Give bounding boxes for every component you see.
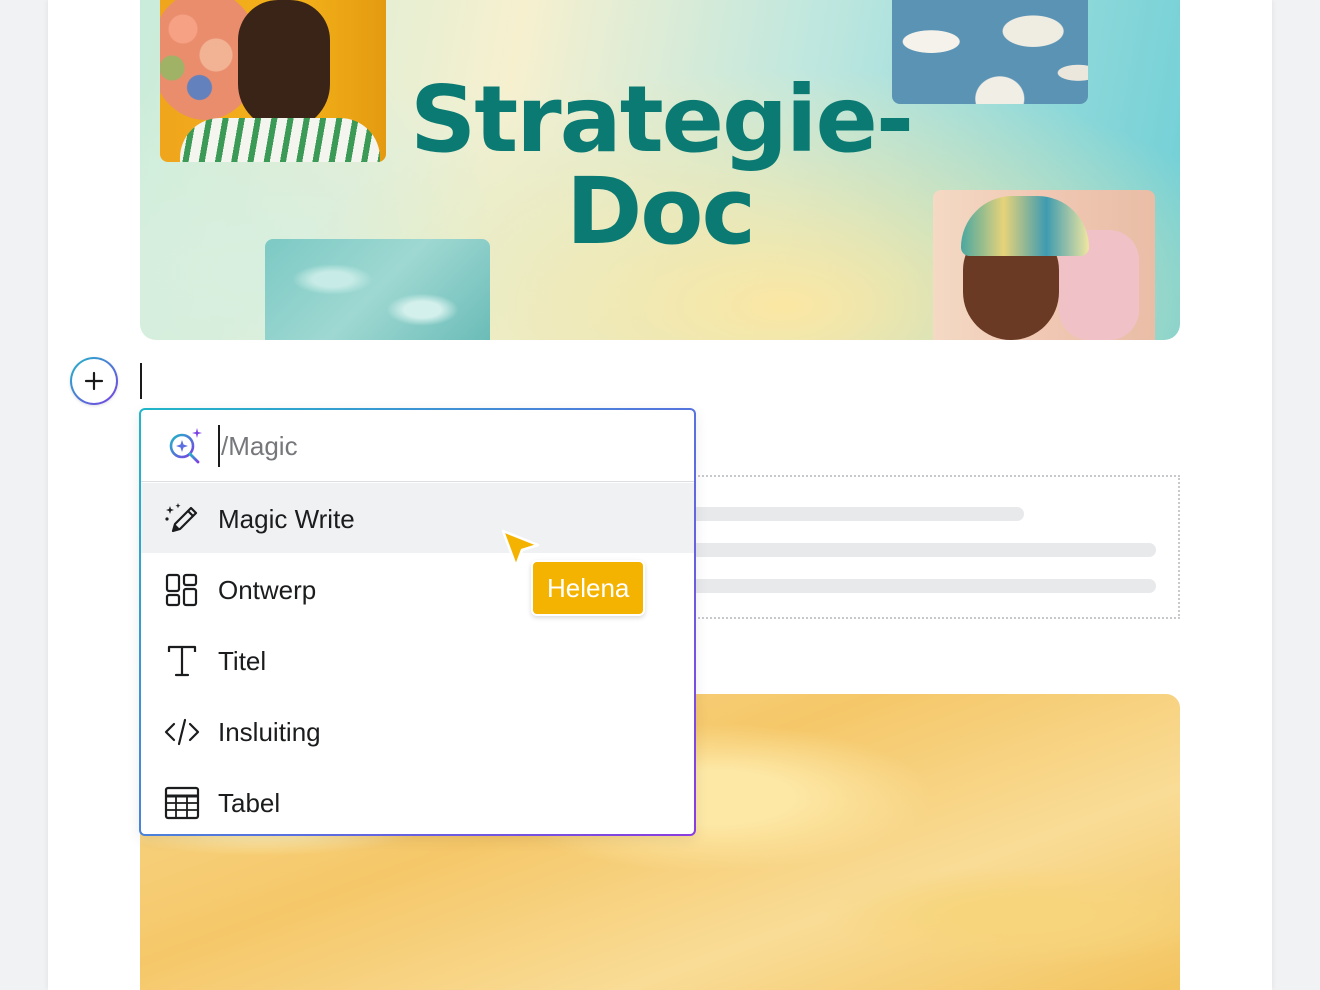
menu-item-label: Ontwerp [218,575,317,605]
layout-grid-icon [165,573,198,607]
placeholder-line [682,543,1156,557]
add-block-button[interactable] [70,357,118,405]
text-caret [140,363,142,399]
menu-item-embed[interactable]: Insluiting [141,696,694,766]
magic-pencil-icon [165,503,198,533]
magic-search-icon [169,428,202,464]
striped-shirt-shape [180,118,380,162]
hero-title-line-2: Doc [565,158,756,265]
menu-item-table[interactable]: Tabel [141,767,694,837]
plus-icon [84,371,104,391]
menu-item-title[interactable]: Titel [141,625,694,695]
table-icon [164,786,200,820]
menu-search-row [141,410,694,482]
hero-title[interactable]: Strategie- Doc [410,66,914,265]
menu-item-label: Magic Write [218,504,355,534]
collaborator-name-tag: Helena [531,560,646,616]
text-t-icon [167,645,197,677]
insert-command-menu: Magic Write Ontwerp Titel Insluiting [139,408,696,836]
menu-item-magic-write[interactable]: Magic Write [141,483,694,553]
placeholder-text-block[interactable] [682,475,1180,619]
menu-item-label: Insluiting [218,717,321,747]
portrait-photo-man[interactable] [160,0,386,162]
portrait-photo-woman[interactable] [933,190,1155,340]
hero-banner[interactable]: Strategie- Doc [140,0,1180,340]
placeholder-line [682,507,1024,521]
menu-item-label: Titel [218,646,267,676]
placeholder-line [682,579,1156,593]
menu-item-label: Tabel [218,788,281,818]
command-search-input[interactable] [219,426,661,466]
hero-title-line-1: Strategie- [410,66,914,173]
code-embed-icon [164,718,200,746]
orchid-photo[interactable] [892,0,1088,104]
headscarf-shape [961,196,1089,256]
face-shape [238,0,330,130]
